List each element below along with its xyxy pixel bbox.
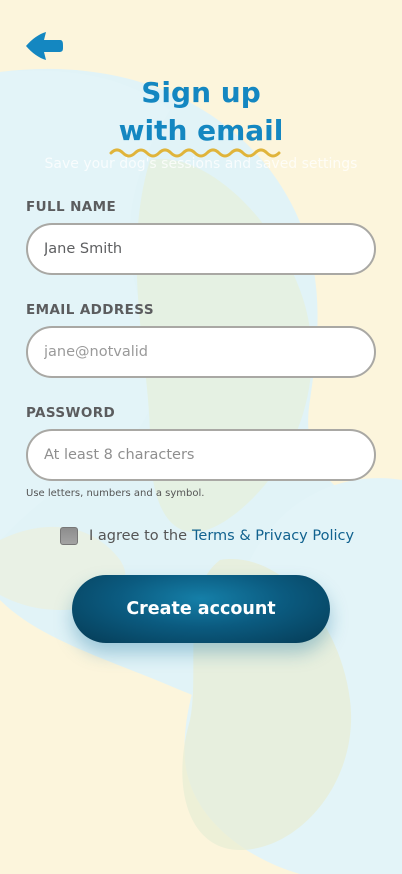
- email-input[interactable]: [26, 326, 376, 378]
- terms-checkbox[interactable]: [60, 527, 78, 545]
- create-account-button[interactable]: Create account: [72, 575, 330, 643]
- password-hint: Use letters, numbers and a symbol.: [26, 488, 205, 499]
- terms-privacy-link[interactable]: Terms & Privacy Policy: [192, 528, 354, 544]
- full-name-label: FULL NAME: [26, 199, 117, 215]
- terms-prefix-text: I agree to the: [89, 528, 188, 544]
- email-label: EMAIL ADDRESS: [26, 302, 154, 318]
- full-name-input[interactable]: [26, 223, 376, 275]
- arrow-left-icon: [26, 32, 63, 60]
- password-input[interactable]: [26, 429, 376, 481]
- page-title-line-1: Sign up: [141, 76, 261, 109]
- password-label: PASSWORD: [26, 405, 116, 421]
- back-button[interactable]: [24, 30, 66, 64]
- page-subtitle: Save your dog's sessions and saved setti…: [44, 156, 358, 172]
- terms-agreement: I agree to the Terms & Privacy Policy: [60, 526, 354, 546]
